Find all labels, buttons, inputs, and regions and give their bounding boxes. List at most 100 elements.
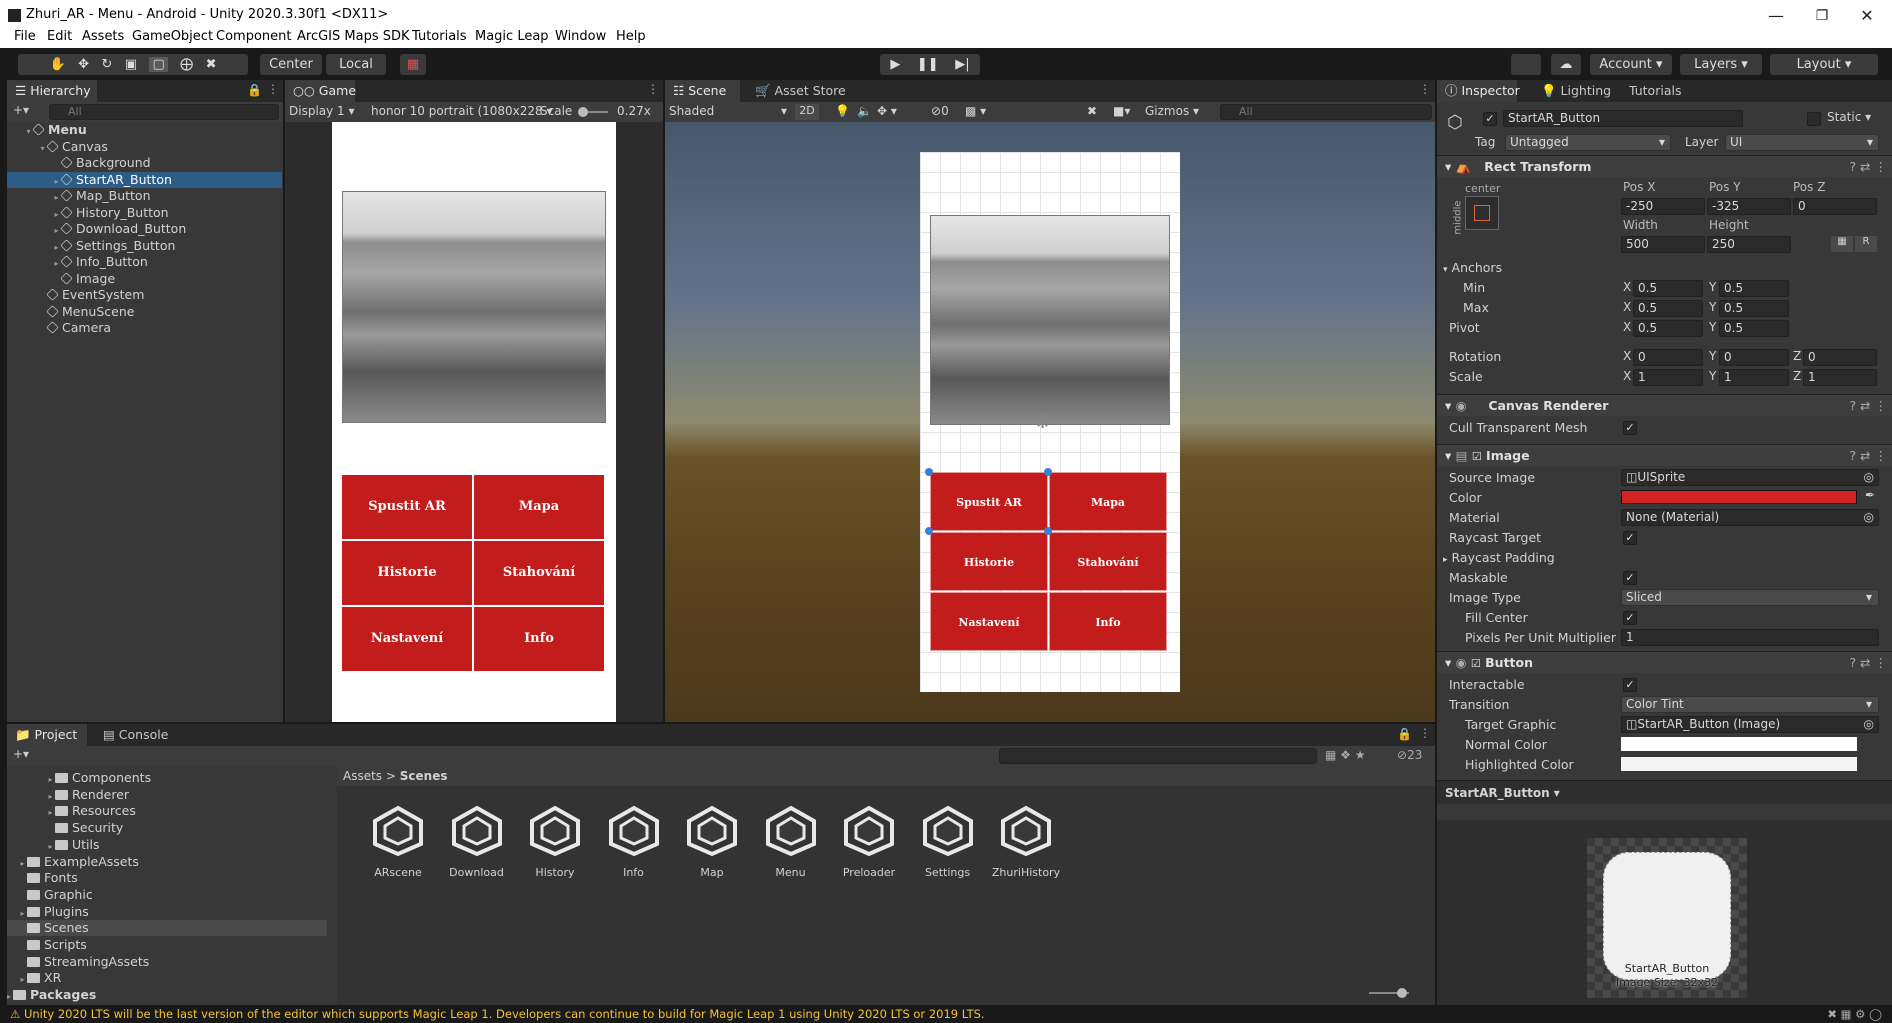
2d-toggle[interactable]: 2D	[795, 104, 819, 120]
interactable-checkbox[interactable]: ✓	[1623, 678, 1637, 692]
historie-button[interactable]: Historie	[342, 541, 472, 605]
height-field[interactable]: 250	[1707, 236, 1791, 253]
restore-icon[interactable]: ❐	[1807, 4, 1837, 28]
rotation-x-field[interactable]: 0	[1633, 349, 1703, 366]
anchor-min-y-field[interactable]: 0.5	[1719, 280, 1789, 297]
hierarchy-item[interactable]: ▸ History_Button	[7, 205, 282, 221]
scene-asset[interactable]: History	[516, 804, 594, 879]
account-dropdown[interactable]: Account ▾	[1590, 54, 1672, 75]
breadcrumb-scenes[interactable]: Scenes	[400, 769, 448, 783]
scene-search-input[interactable]: All	[1220, 104, 1432, 120]
gizmos-dropdown[interactable]: Gizmos ▾	[1145, 104, 1199, 118]
step-icon[interactable]: ▶|	[955, 57, 969, 72]
material-field[interactable]: None (Material) ◎	[1621, 509, 1879, 526]
project-search-input[interactable]	[999, 748, 1317, 764]
pivot-local-button[interactable]: Local	[326, 54, 386, 75]
tab-tutorials[interactable]: Tutorials	[1621, 80, 1689, 102]
anchor-preset-button[interactable]	[1465, 196, 1499, 230]
nastaveni-button[interactable]: Nastavení	[342, 607, 472, 671]
raw-edit-button[interactable]: R	[1855, 236, 1877, 252]
collab-button[interactable]	[1511, 54, 1541, 75]
resolution-dropdown[interactable]: honor 10 portrait (1080x228 ▾	[371, 104, 553, 118]
project-folder-item[interactable]: Fonts	[7, 870, 327, 886]
hierarchy-item[interactable]: ▸ StartAR_Button	[7, 171, 282, 188]
ppu-field[interactable]: 1	[1621, 629, 1879, 646]
spustit-ar-button[interactable]: Spustit AR	[342, 475, 472, 539]
project-folder-item[interactable]: ▸ ExampleAssets	[7, 854, 327, 870]
breadcrumb-assets[interactable]: Assets	[343, 769, 382, 783]
menu-help[interactable]: Help	[616, 29, 646, 44]
tab-scene[interactable]: ☷ Scene	[665, 80, 740, 102]
anchor-max-y-field[interactable]: 0.5	[1719, 300, 1789, 317]
cloud-icon[interactable]: ☁	[1551, 54, 1581, 75]
custom-tool-icon[interactable]: ✖	[206, 57, 217, 72]
static-dropdown[interactable]: Static ▾	[1827, 110, 1871, 124]
rect-handle[interactable]	[1044, 468, 1052, 476]
preview-header[interactable]: StartAR_Button ▾	[1437, 780, 1892, 804]
tab-game[interactable]: ○○ Game	[285, 80, 356, 102]
info-button[interactable]: Info	[474, 607, 604, 671]
scene-stahovani-button[interactable]: Stahování	[1049, 532, 1167, 591]
layout-dropdown[interactable]: Layout ▾	[1770, 54, 1878, 75]
lighting-toggle-icon[interactable]: 💡	[835, 104, 850, 118]
scene-spustit-ar-button[interactable]: Spustit AR	[930, 472, 1048, 531]
lock-icon[interactable]: 🔒	[247, 83, 262, 97]
status-icons[interactable]: ✖ ▦ ⚙ ◯	[1827, 1005, 1882, 1023]
scale-slider[interactable]	[578, 107, 608, 117]
tag-dropdown[interactable]: Untagged ▾	[1505, 134, 1671, 151]
scene-viewport[interactable]: ❋ Spustit AR Mapa Historie Stahování Nas…	[665, 122, 1435, 722]
hierarchy-item[interactable]: Background	[7, 155, 282, 171]
menu-file[interactable]: File	[14, 29, 36, 44]
source-image-field[interactable]: ◫UISprite ◎	[1621, 469, 1879, 486]
posx-field[interactable]: -250	[1621, 198, 1705, 215]
scene-mapa-button[interactable]: Mapa	[1049, 472, 1167, 531]
rect-handle[interactable]	[1044, 527, 1052, 535]
pivot-x-field[interactable]: 0.5	[1633, 320, 1703, 337]
project-folder-item[interactable]: Scripts	[7, 937, 327, 953]
filter-icons[interactable]: ▦ ❖ ★	[1325, 748, 1365, 762]
scene-asset[interactable]: Menu	[752, 804, 830, 879]
hand-tool-icon[interactable]: ✋	[50, 57, 66, 72]
effects-toggle-icon[interactable]: ✥ ▾	[877, 104, 897, 118]
hierarchy-item[interactable]: ▸ Map_Button	[7, 188, 282, 204]
tab-console[interactable]: ▤ Console	[95, 724, 176, 746]
stahovani-button[interactable]: Stahování	[474, 541, 604, 605]
pivot-y-field[interactable]: 0.5	[1719, 320, 1789, 337]
anchors-foldout[interactable]: ▾ Anchors	[1437, 258, 1892, 278]
move-tool-icon[interactable]: ✥	[78, 57, 89, 72]
layers-dropdown[interactable]: Layers ▾	[1680, 54, 1762, 75]
highlighted-color-swatch[interactable]	[1621, 757, 1857, 771]
scene-info-button[interactable]: Info	[1049, 592, 1167, 651]
canvas-renderer-header[interactable]: ▾ ◉ Canvas Renderer? ⇄ ⋮	[1437, 394, 1892, 416]
anchor-min-x-field[interactable]: 0.5	[1633, 280, 1703, 297]
rect-tool-icon[interactable]: ▢	[149, 57, 168, 72]
hierarchy-item[interactable]: ▸ Download_Button	[7, 221, 282, 237]
raycast-padding-foldout[interactable]: ▸ Raycast Padding	[1437, 548, 1892, 568]
hidden-objects-icon[interactable]: ⊘0	[931, 104, 949, 118]
project-folder-item[interactable]: Security	[7, 820, 327, 836]
project-folder-item[interactable]: ▸ Utils	[7, 837, 327, 853]
active-checkbox[interactable]: ✓	[1483, 112, 1497, 126]
project-folder-item[interactable]: ▸ Renderer	[7, 787, 327, 803]
project-folder-item[interactable]: ▸ XR	[7, 970, 327, 986]
project-folder-item[interactable]: ▸ Resources	[7, 803, 327, 819]
pivot-center-button[interactable]: Center	[260, 54, 322, 75]
menu-edit[interactable]: Edit	[47, 29, 72, 44]
mapa-button[interactable]: Mapa	[474, 475, 604, 539]
scale-x-field[interactable]: 1	[1633, 369, 1703, 386]
project-folder-item[interactable]: Scenes	[7, 920, 327, 937]
layer-dropdown[interactable]: UI ▾	[1725, 134, 1879, 151]
menu-window[interactable]: Window	[555, 29, 606, 44]
hierarchy-item[interactable]: ▾ Menu	[7, 122, 282, 138]
project-folder-item[interactable]: ▸ Packages	[7, 987, 327, 1003]
blueprint-mode-button[interactable]: ▦	[1831, 236, 1853, 252]
static-checkbox[interactable]	[1807, 112, 1821, 126]
scene-asset[interactable]: Settings	[909, 804, 987, 879]
rect-transform-header[interactable]: ▾ ⛺ Rect Transform? ⇄ ⋮	[1437, 155, 1892, 177]
hierarchy-search-input[interactable]: All	[49, 104, 279, 120]
hierarchy-item[interactable]: ▸ Settings_Button	[7, 238, 282, 254]
project-folder-item[interactable]: StreamingAssets	[7, 954, 327, 970]
zoom-slider[interactable]	[1369, 988, 1409, 998]
scene-asset[interactable]: ARscene	[359, 804, 437, 879]
fill-center-checkbox[interactable]: ✓	[1623, 611, 1637, 625]
